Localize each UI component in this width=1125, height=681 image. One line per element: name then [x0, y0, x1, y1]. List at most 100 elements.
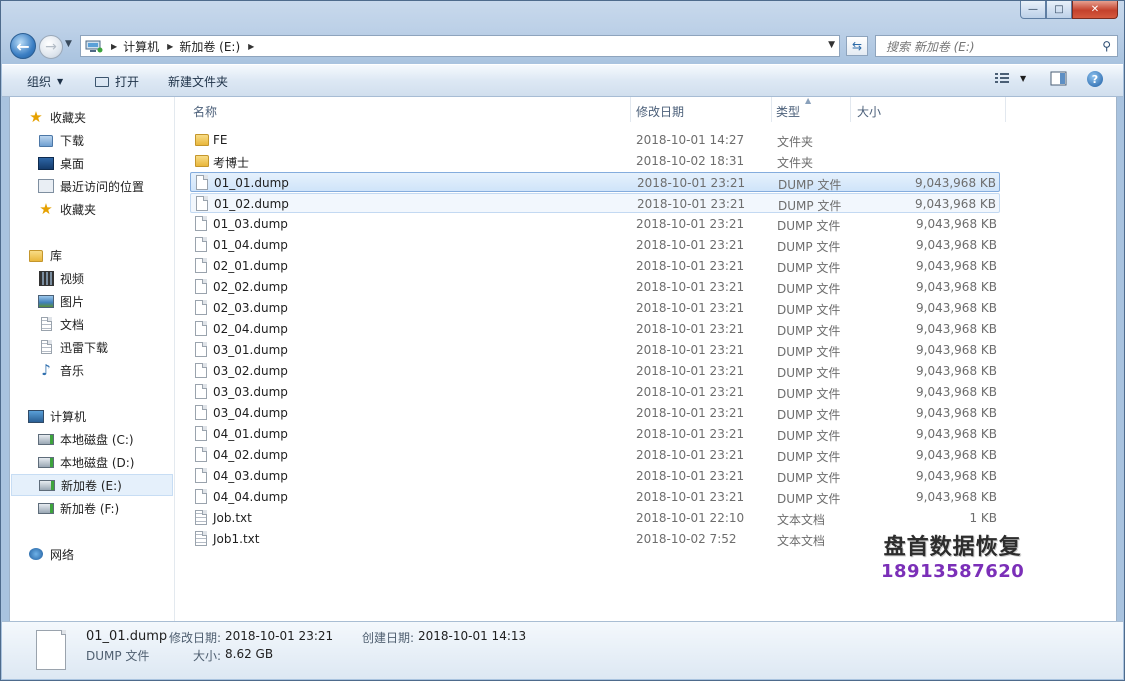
column-header-name[interactable]: 名称	[193, 103, 217, 120]
details-modified-value: 2018-10-01 23:21	[225, 629, 334, 643]
breadcrumb-arrow-icon[interactable]: ▶	[248, 42, 254, 51]
address-bar[interactable]: ▶ 计算机 ▶ 新加卷 (E:) ▶ ▼	[80, 35, 840, 57]
nav-item-drive-c[interactable]: 本地磁盘 (C:)	[38, 428, 134, 450]
file-modified-date: 2018-10-01 23:21	[636, 322, 745, 336]
caption-buttons: — □ ✕	[1020, 1, 1118, 19]
file-name: 04_04.dump	[213, 490, 288, 504]
file-row[interactable]: 01_02.dump 2018-10-01 23:21 DUMP 文件 9,043,9…	[190, 193, 1000, 213]
nav-computer-header[interactable]: 计算机	[28, 405, 86, 427]
content-area: ★ 收藏夹 下载 桌面 最近访问的位置 ★ 收藏夹 库 视频 图片 文档 迅雷下…	[9, 96, 1117, 621]
file-name: 考博士	[213, 156, 250, 170]
file-name: 02_04.dump	[213, 322, 288, 336]
close-button[interactable]: ✕	[1072, 1, 1118, 19]
file-row[interactable]: 02_04.dump 2018-10-01 23:21 DUMP 文件 9,043,9…	[190, 319, 1000, 339]
file-row[interactable]: 04_04.dump 2018-10-01 23:21 DUMP 文件 9,043,9…	[190, 487, 1000, 507]
forward-button[interactable]: →	[39, 35, 63, 59]
file-icon	[195, 426, 207, 441]
open-button[interactable]: 打开	[95, 73, 139, 90]
nav-item-favorites[interactable]: ★ 收藏夹	[38, 198, 96, 220]
file-type: DUMP 文件	[777, 471, 841, 485]
nav-item-drive-f[interactable]: 新加卷 (F:)	[38, 497, 119, 519]
column-header-size[interactable]: 大小	[857, 103, 881, 120]
file-type: 文本文档	[777, 513, 826, 527]
nav-item-videos[interactable]: 视频	[38, 267, 84, 289]
column-header-date[interactable]: 修改日期	[636, 103, 684, 120]
file-row[interactable]: 04_01.dump 2018-10-01 23:21 DUMP 文件 9,043,9…	[190, 424, 1000, 444]
file-icon	[195, 384, 207, 399]
nav-label: 收藏夹	[60, 202, 97, 217]
nav-favorites-header[interactable]: ★ 收藏夹	[28, 106, 86, 128]
explorer-window: — □ ✕ ← → ▼ ▶ 计算机 ▶ 新加卷 (E:) ▶ ▼ ⇆ 搜索 新加…	[0, 0, 1125, 681]
file-row[interactable]: 04_03.dump 2018-10-01 23:21 DUMP 文件 9,043,9…	[190, 466, 1000, 486]
maximize-button[interactable]: □	[1046, 1, 1072, 19]
file-row[interactable]: 01_04.dump 2018-10-01 23:21 DUMP 文件 9,043,9…	[190, 235, 1000, 255]
file-row[interactable]: 03_01.dump 2018-10-01 23:21 DUMP 文件 9,043,9…	[190, 340, 1000, 360]
nav-item-desktop[interactable]: 桌面	[38, 152, 84, 174]
breadcrumb-arrow-icon[interactable]: ▶	[167, 42, 173, 51]
navigation-pane: ★ 收藏夹 下载 桌面 最近访问的位置 ★ 收藏夹 库 视频 图片 文档 迅雷下…	[10, 97, 175, 621]
new-folder-button[interactable]: 新建文件夹	[168, 73, 228, 90]
nav-network-header[interactable]: 网络	[28, 543, 74, 565]
column-divider[interactable]	[771, 97, 772, 122]
file-size: 9,043,968 KB	[915, 176, 996, 190]
nav-label: 计算机	[50, 409, 87, 424]
back-button[interactable]: ←	[10, 33, 36, 59]
search-icon[interactable]: ⚲	[1102, 39, 1111, 53]
file-row[interactable]: 02_03.dump 2018-10-01 23:21 DUMP 文件 9,043,9…	[190, 298, 1000, 318]
organize-button[interactable]: 组织 ▼	[27, 73, 63, 90]
file-row[interactable]: 03_03.dump 2018-10-01 23:21 DUMP 文件 9,043,9…	[190, 382, 1000, 402]
arrow-right-icon: →	[45, 39, 57, 55]
folder-row[interactable]: 考博士 2018-10-02 18:31 文件夹	[190, 151, 1000, 171]
nav-item-downloads[interactable]: 下载	[38, 129, 84, 151]
breadcrumb-drive-e[interactable]: 新加卷 (E:)	[179, 38, 240, 55]
file-row[interactable]: Job.txt 2018-10-01 22:10 文本文档 1 KB	[190, 508, 1000, 528]
nav-item-thunder-downloads[interactable]: 迅雷下载	[38, 336, 108, 358]
recent-pages-dropdown[interactable]: ▼	[65, 39, 77, 53]
search-input[interactable]	[884, 37, 1098, 57]
file-row[interactable]: Job1.txt 2018-10-02 7:52 文本文档	[190, 529, 1000, 549]
nav-item-music[interactable]: ♪ 音乐	[38, 359, 84, 381]
preview-pane-icon	[1050, 71, 1067, 86]
column-header-type[interactable]: 类型	[776, 103, 800, 120]
file-row[interactable]: 04_02.dump 2018-10-01 23:21 DUMP 文件 9,043,9…	[190, 445, 1000, 465]
view-options-button[interactable]: ▼	[994, 71, 1026, 85]
file-icon	[195, 216, 207, 231]
nav-item-documents[interactable]: 文档	[38, 313, 84, 335]
breadcrumb-computer[interactable]: 计算机	[123, 38, 159, 55]
nav-item-pictures[interactable]: 图片	[38, 290, 84, 312]
column-divider[interactable]	[1005, 97, 1006, 122]
breadcrumb-arrow-icon[interactable]: ▶	[111, 42, 117, 51]
help-button[interactable]: ?	[1087, 71, 1103, 87]
nav-item-drive-d[interactable]: 本地磁盘 (D:)	[38, 451, 134, 473]
pictures-icon	[38, 293, 54, 309]
file-name: 01_02.dump	[214, 197, 289, 211]
nav-item-recent-places[interactable]: 最近访问的位置	[38, 175, 144, 197]
file-row[interactable]: 03_04.dump 2018-10-01 23:21 DUMP 文件 9,043,9…	[190, 403, 1000, 423]
search-box[interactable]: ⚲	[875, 35, 1118, 57]
refresh-button[interactable]: ⇆	[846, 36, 868, 56]
file-row[interactable]: 01_03.dump 2018-10-01 23:21 DUMP 文件 9,043,9…	[190, 214, 1000, 234]
file-icon	[195, 321, 207, 336]
file-row[interactable]: 02_01.dump 2018-10-01 23:21 DUMP 文件 9,043,9…	[190, 256, 1000, 276]
recent-places-icon	[38, 178, 54, 194]
folder-row[interactable]: FE 2018-10-01 14:27 文件夹	[190, 130, 1000, 150]
navigation-bar: ← → ▼ ▶ 计算机 ▶ 新加卷 (E:) ▶ ▼ ⇆ ⚲	[1, 31, 1124, 61]
nav-label: 下载	[60, 133, 85, 148]
column-headers: 名称 修改日期 类型 ▲ 大小	[175, 96, 1116, 123]
nav-item-drive-e[interactable]: 新加卷 (E:)	[11, 474, 173, 496]
column-divider[interactable]	[850, 97, 851, 122]
preview-pane-button[interactable]	[1050, 71, 1067, 86]
nav-libraries-header[interactable]: 库	[28, 244, 62, 266]
file-type: DUMP 文件	[777, 345, 841, 359]
file-type: DUMP 文件	[777, 366, 841, 380]
documents-icon	[38, 316, 54, 332]
file-row[interactable]: 01_01.dump 2018-10-01 23:21 DUMP 文件 9,043,9…	[190, 172, 1000, 192]
minimize-button[interactable]: —	[1020, 1, 1046, 19]
folder-icon	[195, 153, 209, 168]
file-row[interactable]: 03_02.dump 2018-10-01 23:21 DUMP 文件 9,043,9…	[190, 361, 1000, 381]
column-divider[interactable]	[630, 97, 631, 122]
file-row[interactable]: 02_02.dump 2018-10-01 23:21 DUMP 文件 9,043,9…	[190, 277, 1000, 297]
file-type: DUMP 文件	[777, 492, 841, 506]
file-size: 9,043,968 KB	[916, 427, 997, 441]
address-dropdown-icon[interactable]: ▼	[828, 40, 835, 50]
